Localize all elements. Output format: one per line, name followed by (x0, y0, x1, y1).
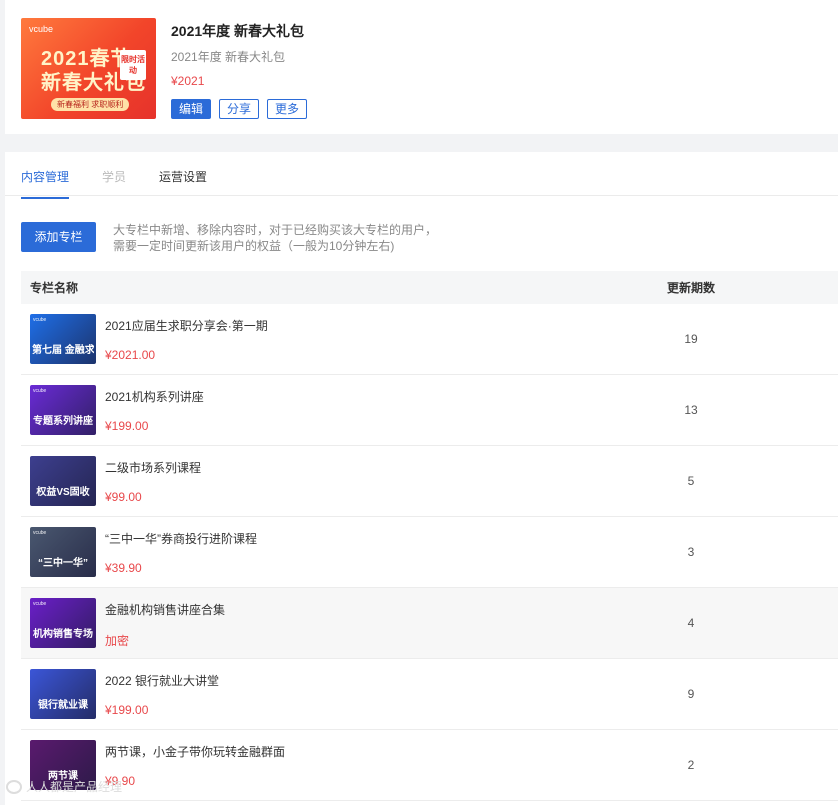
table-row[interactable]: 银行就业课 2022 银行就业大讲堂 ¥199.00 9 (21, 659, 838, 730)
more-button[interactable]: 更多 (267, 99, 308, 119)
notice-line-2: 需要一定时间更新该用户的权益（一般为10分钟左右) (113, 239, 395, 253)
table-row[interactable]: vcube 第七届 金融求职分享会 2021应届生求职分享会·第一期 ¥2021.00… (21, 304, 838, 375)
thumbnail-text: “三中一华” (38, 558, 88, 569)
watermark-text: 人人都是产品经理 (26, 780, 123, 794)
column-price: ¥99.00 (105, 490, 142, 504)
package-card: vcube 2021春节 新春大礼包 限时活动 新春福利 求职顺利 2021年度… (5, 0, 838, 134)
package-cover-image[interactable]: vcube 2021春节 新春大礼包 限时活动 新春福利 求职顺利 (21, 18, 156, 119)
column-table: 专栏名称 更新期数 vcube 第七届 金融求职分享会 2021应届生求职分享会·第… (21, 271, 838, 801)
table-row[interactable]: vcube 机构销售专场 金融机构销售讲座合集 加密 4 (21, 588, 838, 659)
thumbnail-brand: vcube (33, 601, 47, 607)
table-row[interactable]: 两节课 两节课，小金子带你玩转金融群面 ¥9.90 2 (21, 730, 838, 801)
column-thumbnail[interactable]: vcube 机构销售专场 (30, 598, 96, 648)
column-price: 加密 (105, 634, 130, 648)
column-thumbnail[interactable]: vcube 专题系列讲座 (30, 385, 96, 435)
column-update-count: 2 (687, 758, 695, 772)
column-update-count: 13 (684, 403, 698, 417)
column-thumbnail[interactable]: vcube “三中一华” (30, 527, 96, 577)
header-count: 更新期数 (666, 281, 715, 295)
cover-brand: vcube (29, 24, 54, 34)
column-price: ¥199.00 (105, 419, 149, 433)
notice-line-1: 大专栏中新增、移除内容时，对于已经购买该大专栏的用户， (113, 223, 438, 237)
column-update-count: 9 (687, 687, 695, 701)
column-title[interactable]: 2022 银行就业大讲堂 (105, 672, 219, 689)
column-title[interactable]: 2021应届生求职分享会·第一期 (105, 317, 268, 334)
column-update-count: 4 (687, 616, 695, 630)
column-thumbnail[interactable]: vcube 第七届 金融求职分享会 (30, 314, 96, 364)
watermark: 人人都是产品经理 (6, 778, 122, 795)
share-button[interactable]: 分享 (219, 99, 260, 119)
column-update-count: 5 (687, 474, 695, 488)
tab-divider (5, 195, 838, 196)
add-column-button[interactable]: 添加专栏 (21, 222, 96, 252)
watermark-logo-icon (6, 779, 22, 794)
thumbnail-brand: vcube (33, 388, 47, 394)
edit-button[interactable]: 编辑 (171, 99, 212, 119)
column-title[interactable]: 2021机构系列讲座 (105, 388, 204, 405)
table-row[interactable]: vcube “三中一华” “三中一华”券商投行进阶课程 ¥39.90 3 (21, 517, 838, 588)
column-title[interactable]: “三中一华”券商投行进阶课程 (105, 530, 257, 547)
thumbnail-text: 机构销售专场 (33, 629, 93, 640)
table-row[interactable]: 权益VS固收 二级市场系列课程 ¥99.00 5 (21, 446, 838, 517)
thumbnail-text: 权益VS固收 (36, 487, 90, 498)
column-title[interactable]: 金融机构销售讲座合集 (105, 601, 225, 618)
column-thumbnail[interactable]: 权益VS固收 (30, 456, 96, 506)
thumbnail-brand: vcube (33, 530, 47, 536)
thumbnail-text: 银行就业课 (38, 700, 88, 711)
header-name: 专栏名称 (30, 281, 79, 295)
content-panel: 内容管理 学员 运营设置 添加专栏 大专栏中新增、移除内容时，对于已经购买该大专… (5, 152, 838, 805)
package-title: 2021年度 新春大礼包 (171, 23, 305, 39)
column-price: ¥39.90 (105, 561, 142, 575)
column-update-count: 3 (687, 545, 695, 559)
column-update-count: 19 (684, 332, 698, 346)
column-thumbnail[interactable]: 银行就业课 (30, 669, 96, 719)
notice-text: 大专栏中新增、移除内容时，对于已经购买该大专栏的用户， 需要一定时间更新该用户的… (113, 222, 437, 254)
package-subtitle: 2021年度 新春大礼包 (171, 50, 286, 64)
package-price: ¥2021 (171, 74, 205, 88)
thumbnail-text: 专题系列讲座 (33, 416, 93, 427)
package-actions: 编辑 分享 更多 (171, 99, 308, 119)
column-title[interactable]: 二级市场系列课程 (105, 459, 201, 476)
table-header: 专栏名称 更新期数 (21, 271, 838, 304)
cover-tag: 限时活动 (120, 50, 146, 80)
column-price: ¥2021.00 (105, 348, 156, 362)
table-row[interactable]: vcube 专题系列讲座 2021机构系列讲座 ¥199.00 13 (21, 375, 838, 446)
thumbnail-text: 第七届 金融求职分享会 (32, 345, 94, 356)
column-price: ¥199.00 (105, 703, 149, 717)
thumbnail-brand: vcube (33, 317, 47, 323)
column-title[interactable]: 两节课，小金子带你玩转金融群面 (105, 743, 285, 760)
cover-sub: 新春福利 求职顺利 (51, 98, 130, 111)
